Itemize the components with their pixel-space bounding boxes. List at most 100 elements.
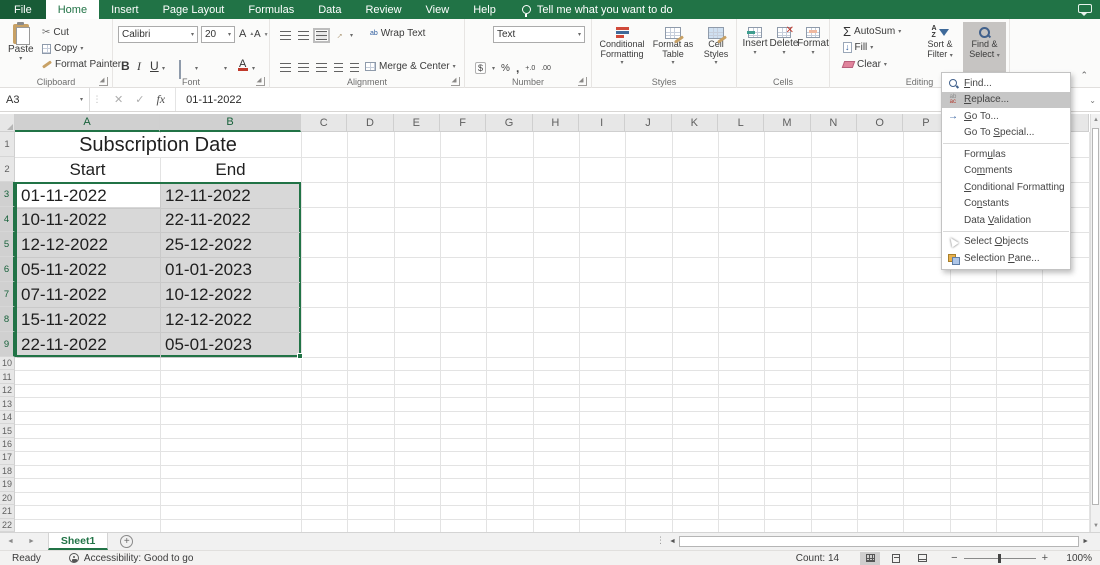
vertical-scrollbar[interactable]: ▲ ▼ <box>1090 114 1100 532</box>
underline-button[interactable]: U <box>150 59 159 73</box>
alignment-dialog-launcher[interactable] <box>451 77 460 86</box>
count-indicator[interactable]: Count: 14 <box>796 553 839 564</box>
align-left-icon[interactable] <box>280 63 291 72</box>
column-header-J[interactable]: J <box>625 114 672 132</box>
column-header-B[interactable]: B <box>160 114 301 132</box>
sort-filter-button[interactable]: AZ Sort & Filter ▾ <box>920 25 960 61</box>
fill-color-dropdown-icon[interactable]: ▾ <box>224 65 227 72</box>
menu-item-comments[interactable]: Comments <box>942 163 1070 180</box>
tab-file[interactable]: File <box>0 0 46 19</box>
underline-dropdown-icon[interactable]: ▾ <box>162 65 165 72</box>
column-header-D[interactable]: D <box>347 114 394 132</box>
expand-formula-bar-icon[interactable]: ⌄ <box>1089 96 1096 105</box>
cell-B6[interactable]: 01-01-2023 <box>160 258 300 283</box>
fill-handle[interactable] <box>297 353 303 359</box>
conditional-formatting-button[interactable]: Conditional Formatting ▾ <box>597 27 647 66</box>
cell-A6[interactable]: 05-11-2022 <box>17 258 160 283</box>
number-format-dropdown-icon[interactable]: ▾ <box>578 31 581 38</box>
row-header-17[interactable]: 17 <box>0 451 15 465</box>
menu-item-find[interactable]: Find... <box>942 75 1070 92</box>
horizontal-scroll-thumb[interactable] <box>678 535 1080 547</box>
row-header-14[interactable]: 14 <box>0 410 15 425</box>
row-header-5[interactable]: 5 <box>0 232 15 257</box>
decrease-indent-icon[interactable] <box>334 63 343 72</box>
cell-B8[interactable]: 12-12-2022 <box>160 308 300 333</box>
number-dialog-launcher[interactable] <box>578 77 587 86</box>
tab-review[interactable]: Review <box>353 0 413 19</box>
scroll-down-icon[interactable]: ▼ <box>1093 523 1099 529</box>
cell-B7[interactable]: 10-12-2022 <box>160 283 300 308</box>
tab-insert[interactable]: Insert <box>99 0 151 19</box>
cell-B3[interactable]: 12-11-2022 <box>160 184 300 209</box>
menu-item-selection-pane[interactable]: Selection Pane... <box>942 250 1070 267</box>
enter-button[interactable]: ✓ <box>135 93 144 106</box>
tab-home[interactable]: Home <box>45 0 100 19</box>
menu-item-select-objects[interactable]: Select Objects <box>942 234 1070 251</box>
increase-indent-icon[interactable] <box>350 63 359 72</box>
zoom-slider[interactable] <box>963 553 1036 563</box>
tab-formulas[interactable]: Formulas <box>236 0 306 19</box>
vertical-scroll-thumb[interactable] <box>1092 128 1099 505</box>
cell-B4[interactable]: 22-11-2022 <box>160 208 300 233</box>
scroll-up-icon[interactable]: ▲ <box>1093 117 1099 123</box>
page-layout-view-button[interactable] <box>886 552 906 565</box>
sheet-tab-sheet1[interactable]: Sheet1 <box>47 533 109 550</box>
insert-function-button[interactable]: fx <box>156 92 165 107</box>
scroll-left-icon[interactable]: ◄ <box>666 538 679 545</box>
increase-decimal-icon[interactable]: +.0 <box>525 65 535 72</box>
align-top-icon[interactable] <box>280 30 291 40</box>
borders-dropdown-icon[interactable]: ▾ <box>195 65 198 72</box>
row-header-22[interactable]: 22 <box>0 518 15 532</box>
font-name-dropdown-icon[interactable]: ▾ <box>191 31 194 38</box>
column-header-I[interactable]: I <box>578 114 626 132</box>
zoom-out-button[interactable]: − <box>945 552 963 564</box>
italic-button[interactable]: I <box>137 59 141 74</box>
column-header-K[interactable]: K <box>671 114 718 132</box>
format-cells-button[interactable]: Format ▾ <box>797 27 829 56</box>
column-header-G[interactable]: G <box>486 114 533 132</box>
fill-button[interactable]: ↓ Fill ▾ <box>843 42 873 53</box>
accounting-dropdown-icon[interactable]: ▾ <box>492 65 495 72</box>
autosum-button[interactable]: Σ AutoSum ▾ <box>843 25 901 38</box>
decrease-decimal-icon[interactable]: .00 <box>541 65 551 72</box>
autosum-dropdown-icon[interactable]: ▾ <box>898 28 901 35</box>
align-center-icon[interactable] <box>298 63 309 72</box>
menu-item-formulas[interactable]: Formulas <box>942 146 1070 163</box>
zoom-level[interactable]: 100% <box>1054 553 1092 564</box>
insert-dropdown-icon[interactable]: ▾ <box>753 49 756 56</box>
name-box-dropdown-icon[interactable]: ▾ <box>80 96 83 103</box>
row-header-16[interactable]: 16 <box>0 437 15 452</box>
font-size-dropdown-icon[interactable]: ▾ <box>228 31 231 38</box>
tab-page-layout[interactable]: Page Layout <box>151 0 237 19</box>
menu-item-replace[interactable]: ab ac Replace... <box>942 91 1070 108</box>
row-header-7[interactable]: 7 <box>0 282 15 307</box>
column-header-F[interactable]: F <box>439 114 487 132</box>
format-dropdown-icon[interactable]: ▾ <box>811 49 814 56</box>
menu-item-constants[interactable]: Constants <box>942 196 1070 213</box>
column-header-C[interactable]: C <box>301 114 348 132</box>
cell-styles-button[interactable]: Cell Styles ▾ <box>696 27 736 66</box>
grow-font-button[interactable]: A ▲ <box>239 28 254 40</box>
row-header-3[interactable]: 3 <box>0 182 15 207</box>
bold-button[interactable]: B <box>121 59 130 73</box>
delete-dropdown-icon[interactable]: ▾ <box>782 49 785 56</box>
cancel-button[interactable]: ✕ <box>114 93 123 106</box>
align-middle-icon[interactable] <box>298 30 309 40</box>
cell-A2[interactable]: Start <box>15 157 160 182</box>
row-header-21[interactable]: 21 <box>0 505 15 519</box>
selection-range[interactable]: 01-11-2022 12-11-2022 10-11-2022 22-11-2022… <box>15 182 303 359</box>
row-header-20[interactable]: 20 <box>0 491 15 506</box>
font-name-combo[interactable]: Calibri ▾ <box>118 26 198 43</box>
merge-center-dropdown-icon[interactable]: ▾ <box>453 63 456 70</box>
tab-scrollbar-divider[interactable]: ⋮ <box>656 535 665 546</box>
orientation-icon[interactable]: → <box>332 28 345 41</box>
copy-button[interactable]: Copy ▾ <box>42 43 83 54</box>
row-header-15[interactable]: 15 <box>0 424 15 438</box>
accessibility-status[interactable]: Accessibility: Good to go <box>68 553 193 564</box>
menu-item-conditional-formatting[interactable]: Conditional Formatting <box>942 179 1070 196</box>
tab-view[interactable]: View <box>414 0 462 19</box>
column-header-A[interactable]: A <box>15 114 160 132</box>
menu-item-data-validation[interactable]: Data Validation <box>942 212 1070 229</box>
menu-item-go-to[interactable]: → Go To... <box>942 108 1070 125</box>
row-header-18[interactable]: 18 <box>0 464 15 479</box>
